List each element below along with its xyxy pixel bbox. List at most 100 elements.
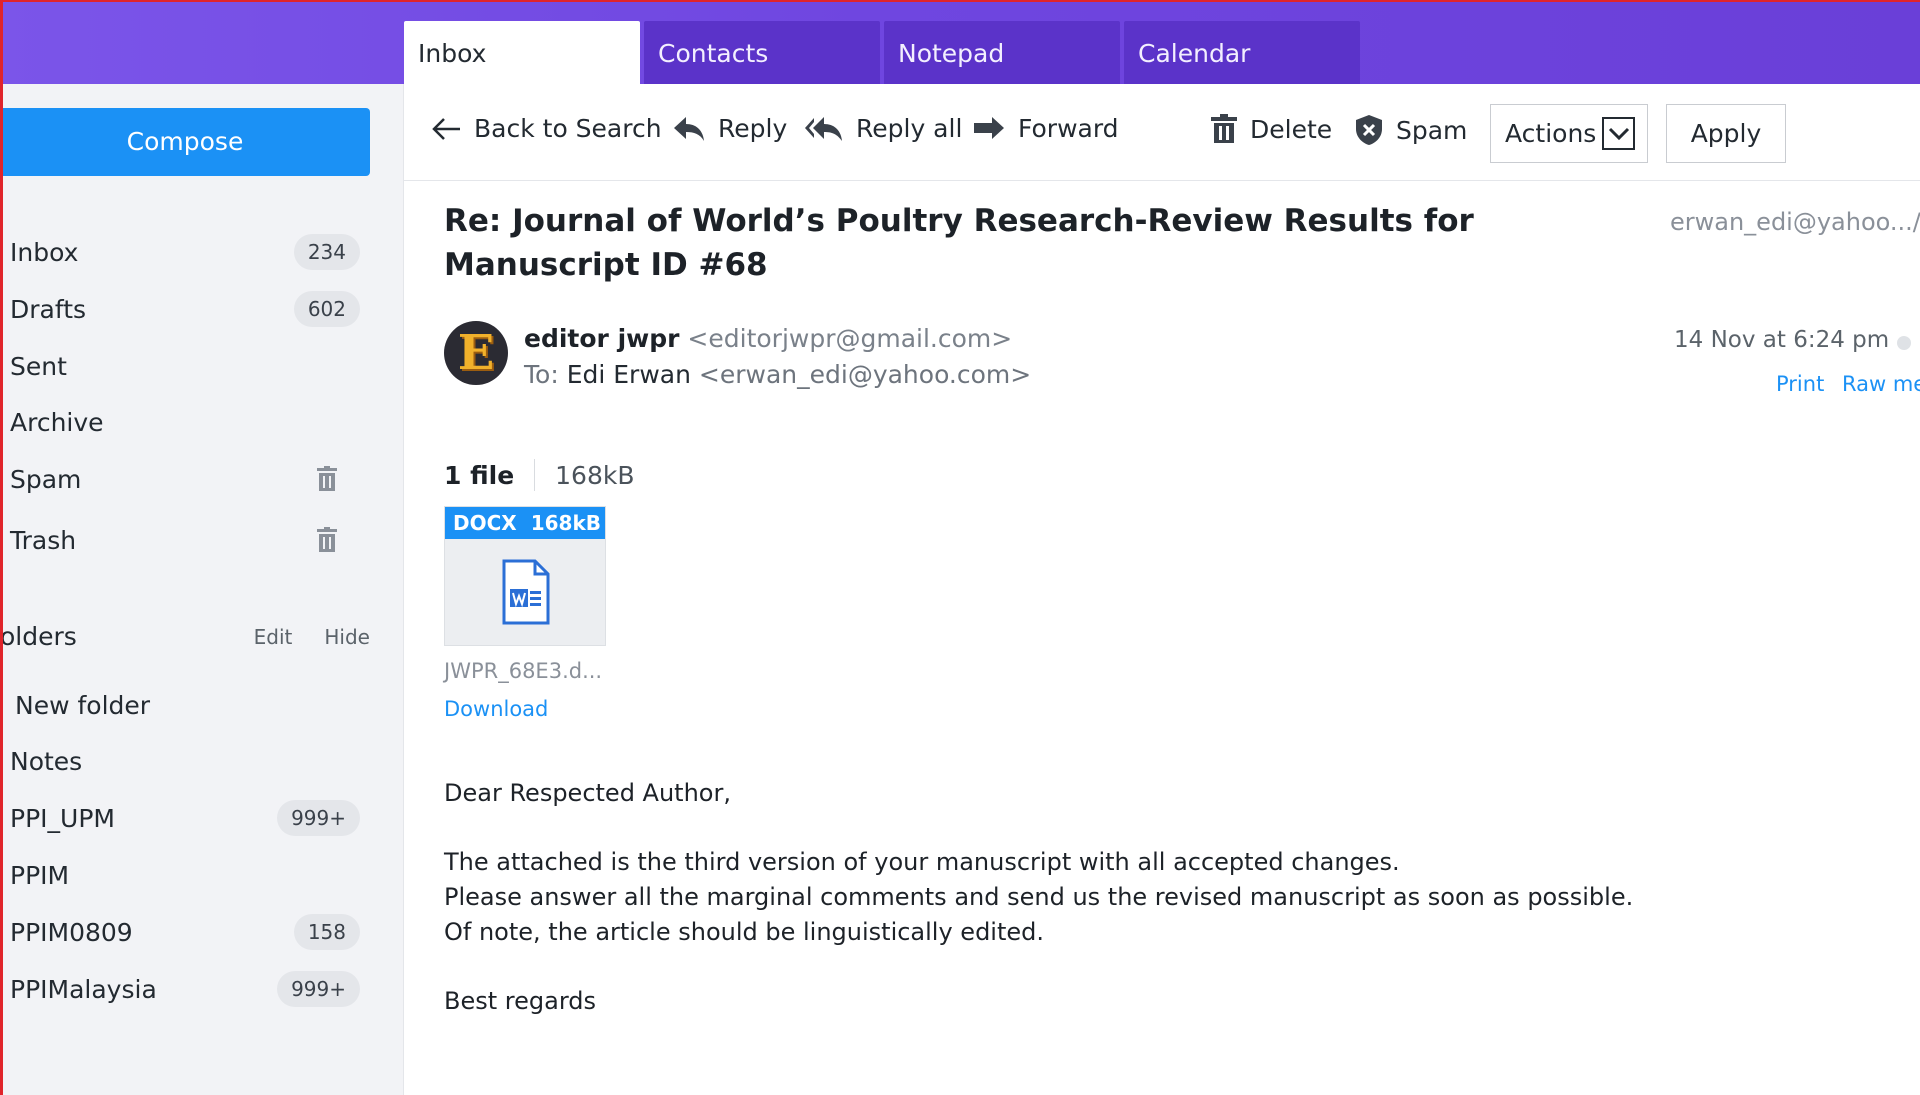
file-count: 1 file [444, 460, 515, 490]
reply-all-icon [805, 116, 842, 141]
download-link[interactable]: Download [444, 697, 548, 721]
attachment-type: DOCX [453, 511, 517, 535]
back-to-search-label: Back to Search [474, 114, 662, 143]
sidebar-item-drafts[interactable]: Drafts 602 [10, 287, 360, 331]
raw-message-link[interactable]: Raw me [1842, 372, 1920, 396]
app-tabs: Inbox Contacts Notepad Calendar [404, 21, 1364, 84]
to-prefix: To: [524, 360, 559, 389]
sender-name[interactable]: editor jwpr [524, 324, 679, 353]
folder-label: New folder [0, 690, 150, 720]
reply-all-label: Reply all [856, 114, 963, 143]
folder-label: Spam [10, 464, 82, 494]
delete-button[interactable]: Delete [1210, 114, 1332, 144]
folder-label: Sent [10, 351, 67, 381]
avatar-letter: E [457, 325, 495, 381]
unread-count-badge: 158 [293, 914, 360, 950]
spam-button[interactable]: Spam [1354, 114, 1467, 146]
recipient-email: <erwan_edi@yahoo.com> [698, 360, 1032, 389]
folder-label: Trash [10, 525, 77, 555]
delete-label: Delete [1250, 114, 1333, 144]
sidebar-item-ppim0809[interactable]: PPIM0809 158 [10, 910, 360, 954]
trash-icon [1211, 114, 1237, 143]
apply-button[interactable]: Apply [1666, 104, 1786, 163]
unread-count-badge: 999+ [277, 800, 360, 836]
actions-label: Actions [1505, 119, 1597, 148]
reply-icon [674, 116, 704, 141]
actions-dropdown[interactable]: Actions [1490, 104, 1648, 163]
sidebar-item-inbox[interactable]: Inbox 234 [10, 230, 360, 274]
forward-button[interactable]: Forward [972, 114, 1119, 143]
folder-label: PPI_UPM [10, 803, 115, 833]
attachments-summary: 1 file 168kB [444, 459, 635, 491]
attachments-size: 168kB [555, 460, 635, 490]
folder-label: Inbox [10, 237, 79, 267]
forward-icon [974, 116, 1004, 139]
sender-email: <editorjwpr@gmail.com> [687, 324, 1013, 353]
folders-title: olders [0, 622, 77, 651]
unread-count-badge: 234 [293, 234, 360, 270]
sidebar-item-sent[interactable]: Sent [10, 344, 360, 388]
reply-label: Reply [718, 114, 788, 143]
folder-label: Notes [10, 746, 83, 776]
recipient-folder-path: erwan_edi@yahoo.../In [1670, 208, 1920, 236]
back-to-search-button[interactable]: Back to Search [432, 114, 662, 143]
attachment-filename: JWPR_68E3.d... [444, 659, 603, 683]
body-line: Of note, the article should be linguisti… [444, 918, 1045, 946]
attachment-size: 168kB [530, 511, 601, 535]
reply-button[interactable]: Reply [672, 114, 787, 143]
tab-contacts[interactable]: Contacts [644, 21, 880, 84]
folder-label: Drafts [10, 294, 87, 324]
print-link[interactable]: Print [1776, 372, 1824, 396]
chevron-down-icon[interactable] [1602, 117, 1635, 150]
spam-label: Spam [1396, 115, 1468, 145]
sidebar-item-trash[interactable]: Trash [10, 518, 360, 562]
message-toolbar: Back to Search Reply Reply all Forward D… [404, 84, 1920, 181]
unread-count-badge: 999+ [277, 971, 360, 1007]
sidebar-item-ppim[interactable]: PPIM [10, 853, 360, 897]
folder-label: PPIMalaysia [10, 974, 157, 1004]
reply-all-button[interactable]: Reply all [804, 114, 962, 143]
folders-header-links: Edit Hide [254, 625, 370, 649]
folders-header: olders Edit Hide [0, 622, 370, 651]
folder-label: Archive [10, 407, 104, 437]
message-subject: Re: Journal of World’s Poultry Research-… [444, 203, 1474, 283]
folder-label: PPIM0809 [10, 917, 133, 947]
sidebar-item-notes[interactable]: Notes [10, 739, 360, 783]
attachment-thumbnail[interactable]: DOCX 168kB [444, 506, 606, 646]
recipient-line: To: Edi Erwan <erwan_edi@yahoo.com> [524, 360, 1031, 389]
forward-label: Forward [1018, 114, 1119, 143]
message-date: 14 Nov at 6:24 pm [1674, 327, 1890, 353]
tab-notepad[interactable]: Notepad [884, 21, 1120, 84]
sidebar-item-new-folder[interactable]: New folder [0, 683, 360, 727]
folder-label: PPIM [10, 860, 70, 890]
recipient-name[interactable]: Edi Erwan [567, 360, 691, 389]
trash-icon[interactable] [316, 527, 338, 553]
shield-icon [1356, 115, 1382, 145]
body-line: The attached is the third version of you… [444, 848, 1400, 876]
tab-calendar[interactable]: Calendar [1124, 21, 1360, 84]
arrow-left-icon [432, 117, 460, 140]
sidebar: Compose Inbox 234 Drafts 602 Sent Archiv… [0, 84, 404, 1095]
sidebar-item-ppimalaysia[interactable]: PPIMalaysia 999+ [10, 967, 360, 1011]
body-closing: Best regards [444, 987, 597, 1015]
divider [534, 459, 536, 491]
compose-button[interactable]: Compose [0, 108, 370, 176]
body-line: Please answer all the marginal comments … [444, 883, 1634, 911]
message-pane: Back to Search Reply Reply all Forward D… [404, 84, 1920, 1095]
unread-count-badge: 602 [293, 291, 360, 327]
word-document-icon [502, 559, 550, 625]
avatar[interactable]: E [444, 321, 508, 385]
sender-line: editor jwpr <editorjwpr@gmail.com> [524, 324, 1012, 353]
edit-folders-link[interactable]: Edit [254, 625, 293, 649]
tab-inbox[interactable]: Inbox [404, 21, 640, 84]
top-bar: Inbox Contacts Notepad Calendar [0, 0, 1920, 84]
sidebar-item-spam[interactable]: Spam [10, 457, 360, 501]
status-dot[interactable] [1897, 336, 1911, 350]
trash-icon[interactable] [316, 466, 338, 492]
sidebar-item-archive[interactable]: Archive [10, 400, 360, 444]
body-greeting: Dear Respected Author, [444, 779, 731, 807]
attachment-header: DOCX 168kB [445, 507, 605, 539]
message-body: Dear Respected Author, The attached is t… [444, 776, 1633, 1019]
sidebar-item-ppi-upm[interactable]: PPI_UPM 999+ [10, 796, 360, 840]
hide-folders-link[interactable]: Hide [324, 625, 370, 649]
